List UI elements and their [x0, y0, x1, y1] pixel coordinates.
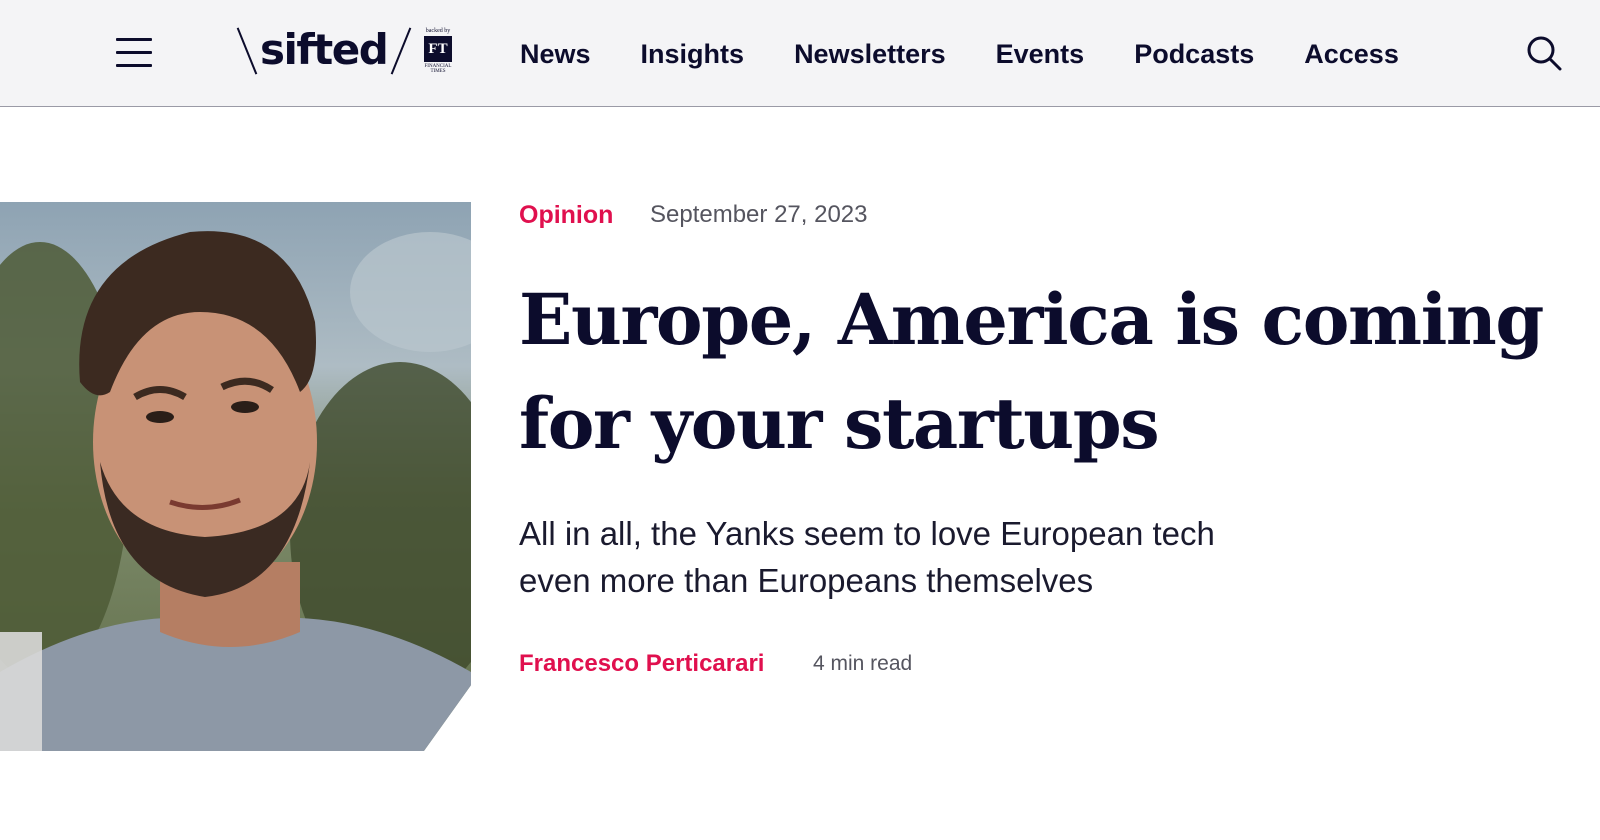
sifted-logo[interactable]: sifted backed by FT FINANCIAL TIMES — [234, 24, 462, 82]
nav-events[interactable]: Events — [996, 36, 1085, 72]
logo-slash-left — [236, 27, 258, 75]
hamburger-menu-icon[interactable] — [116, 38, 152, 68]
ft-backed-by-text: backed by — [425, 28, 451, 34]
nav-news[interactable]: News — [520, 36, 591, 72]
menu-line — [116, 64, 152, 67]
article-date: September 27, 2023 — [650, 201, 868, 228]
nav-access[interactable]: Access — [1304, 36, 1399, 72]
logo-slash-right — [390, 27, 412, 75]
ft-badge: backed by FT FINANCIAL TIMES — [420, 28, 456, 76]
site-header: sifted backed by FT FINANCIAL TIMES News… — [0, 0, 1600, 107]
menu-line — [116, 51, 152, 54]
nav-insights[interactable]: Insights — [641, 36, 745, 72]
ft-logo: FT — [424, 36, 452, 62]
article-read-time: 4 min read — [813, 652, 913, 675]
article-author[interactable]: Francesco Perticarari — [519, 648, 764, 680]
nav-podcasts[interactable]: Podcasts — [1134, 36, 1254, 72]
search-icon[interactable] — [1526, 35, 1562, 71]
article-headline[interactable]: Europe, America is coming for your start… — [519, 268, 1579, 476]
article-category[interactable]: Opinion — [519, 199, 613, 231]
ft-subtitle: FINANCIAL TIMES — [424, 64, 452, 74]
nav-newsletters[interactable]: Newsletters — [794, 36, 946, 72]
menu-line — [116, 38, 152, 41]
main-nav: News Insights Newsletters Events Podcast… — [520, 36, 1449, 72]
article-standfirst: All in all, the Yanks seem to love Europ… — [519, 515, 1215, 599]
logo-wordmark: sifted — [260, 25, 389, 74]
author-portrait-image — [0, 202, 471, 751]
